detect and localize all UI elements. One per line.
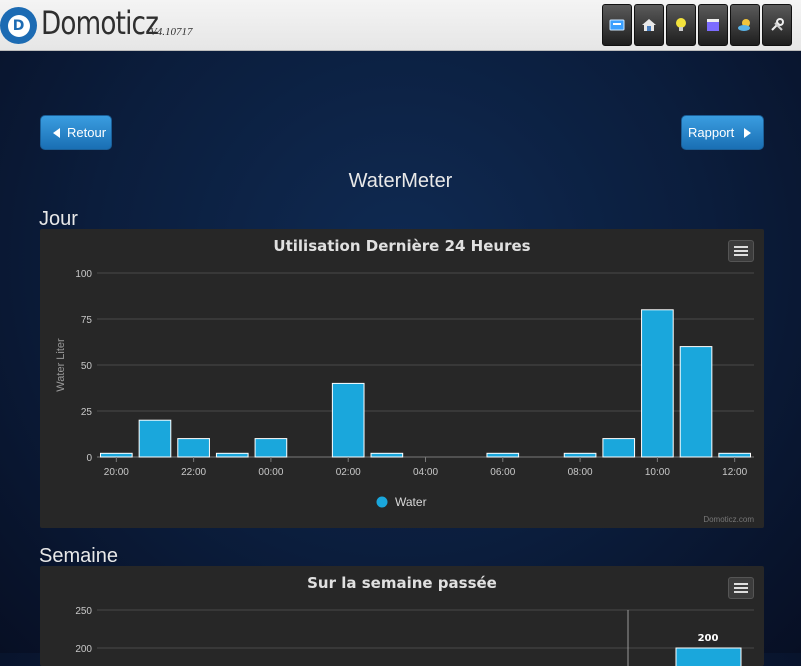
day-chart-title: Utilisation Dernière 24 Heures (273, 237, 531, 255)
legend-marker (376, 496, 388, 508)
bar (602, 438, 636, 458)
chart-credits[interactable]: Domoticz.com (703, 515, 754, 524)
report-button[interactable]: Rapport (681, 115, 764, 150)
weather-button[interactable] (730, 4, 760, 46)
bar (215, 452, 249, 458)
y-tick-label: 250 (75, 606, 92, 617)
day-chart-plot: 0 25 50 75 100 Water Liter 20:00 22:00 00:00 02:0… (55, 269, 754, 509)
dashboard-icon (609, 19, 625, 31)
lightbulb-icon (676, 18, 686, 31)
legend-label: Water (395, 495, 427, 509)
x-tick-label: 20:00 (104, 467, 129, 478)
lights-button[interactable] (666, 4, 696, 46)
scenes-icon (707, 19, 719, 31)
page-title: WaterMeter (348, 170, 453, 192)
bar (675, 647, 742, 666)
week-chart: 200 250 200 Sur la semaine passée (40, 566, 764, 666)
x-tick-label: 00:00 (258, 467, 283, 478)
floorplan-icon (642, 19, 656, 31)
section-title-week: Semaine (39, 545, 118, 567)
weather-icon (738, 19, 750, 31)
y-tick-label: 25 (81, 407, 93, 418)
version-label: V4.10717 (150, 26, 193, 38)
bar (718, 452, 752, 458)
section-title-day: Jour (39, 208, 78, 230)
x-tick-label: 10:00 (645, 467, 670, 478)
day-chart: 0 25 50 75 100 Water Liter 20:00 22:00 00:00 02:0… (40, 229, 764, 528)
week-chart-title: Sur la semaine passée (307, 574, 497, 592)
bar (679, 346, 713, 458)
y-tick-label: 100 (75, 269, 92, 280)
setup-icon (771, 18, 784, 31)
y-tick-label: 75 (81, 315, 93, 326)
top-bar: D Domoticz V4.10717 (0, 0, 801, 51)
bar (641, 309, 674, 458)
x-tick-label: 04:00 (413, 467, 438, 478)
brand-name: Domoticz (41, 4, 159, 42)
bar (100, 452, 133, 458)
x-tick-label: 02:00 (336, 467, 361, 478)
bar (254, 438, 288, 458)
bar (370, 452, 404, 458)
setup-button[interactable] (762, 4, 792, 46)
x-tick-label: 06:00 (490, 467, 515, 478)
y-tick-label: 50 (81, 361, 93, 372)
data-label: 200 (698, 633, 719, 644)
bar (177, 438, 210, 458)
y-axis-label: Water Liter (55, 338, 67, 392)
floorplan-button[interactable] (634, 4, 664, 46)
x-tick-label: 12:00 (722, 467, 747, 478)
report-button-label: Rapport (688, 125, 735, 140)
y-tick-label: 200 (75, 644, 92, 655)
week-chart-menu-button[interactable] (728, 577, 754, 599)
arrow-left-icon (53, 127, 60, 138)
scenes-button[interactable] (698, 4, 728, 46)
x-tick-label: 22:00 (181, 467, 206, 478)
bar (138, 419, 172, 458)
back-button[interactable]: Retour (40, 115, 112, 150)
back-button-label: Retour (67, 125, 107, 140)
dashboard-button[interactable] (602, 4, 632, 46)
bar (331, 382, 365, 458)
arrow-right-icon (744, 127, 752, 138)
bar (486, 452, 520, 458)
x-tick-label: 08:00 (568, 467, 593, 478)
domoticz-logo-icon: D (0, 7, 37, 44)
y-tick-label: 0 (86, 453, 92, 464)
bar (563, 452, 597, 458)
day-chart-menu-button[interactable] (728, 240, 754, 262)
